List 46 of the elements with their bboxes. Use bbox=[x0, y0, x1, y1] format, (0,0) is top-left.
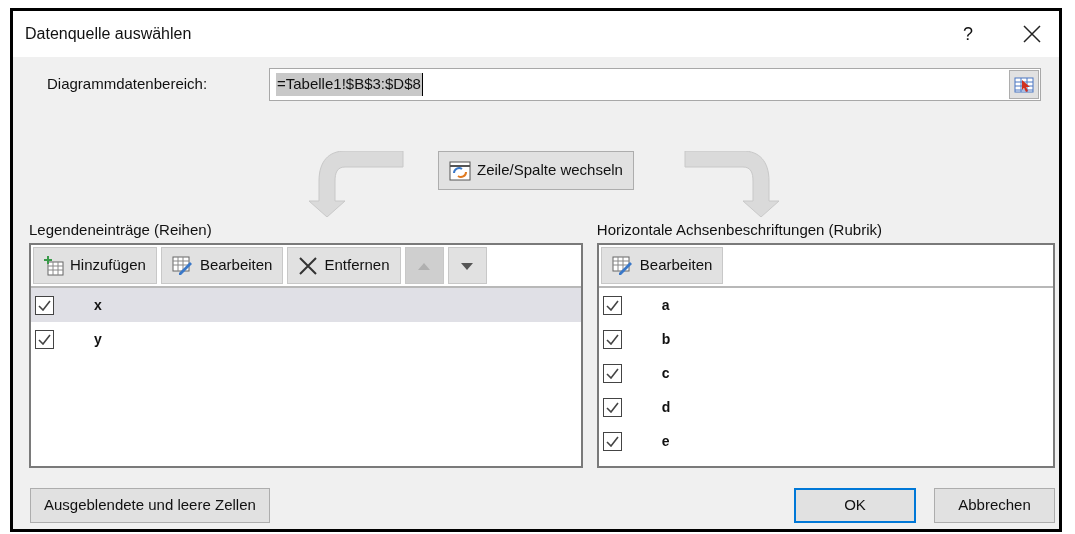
ok-button[interactable]: OK bbox=[794, 488, 916, 523]
field-value: =Tabelle1!$B$3:$D$8 bbox=[276, 73, 423, 96]
section-label: Legendeneinträge (Reihen) bbox=[29, 219, 212, 240]
check-icon bbox=[605, 435, 619, 447]
list-item[interactable]: c bbox=[598, 356, 1053, 390]
list-item[interactable]: b bbox=[598, 322, 1053, 356]
edit-table-icon bbox=[611, 255, 634, 276]
checkbox[interactable] bbox=[35, 295, 54, 315]
close-icon[interactable] bbox=[1023, 25, 1041, 43]
checkbox[interactable] bbox=[602, 295, 622, 315]
table-pointer-icon bbox=[1014, 76, 1034, 93]
help-button[interactable]: ? bbox=[953, 20, 983, 48]
checkbox[interactable] bbox=[602, 431, 622, 451]
hidden-empty-cells-button[interactable]: Ausgeblendete und leere Zellen bbox=[30, 488, 270, 523]
edit-button[interactable]: Bearbeiten bbox=[600, 247, 724, 284]
list-item[interactable]: x bbox=[31, 288, 581, 322]
add-table-icon bbox=[44, 255, 64, 276]
swap-table-icon bbox=[449, 160, 472, 181]
list-item[interactable]: e bbox=[598, 424, 1053, 458]
cancel-button[interactable]: Abbrechen bbox=[934, 488, 1055, 523]
edit-button[interactable]: Bearbeiten bbox=[160, 247, 284, 284]
list-item[interactable]: a bbox=[598, 288, 1053, 322]
check-icon bbox=[605, 299, 619, 311]
window-title: Datenquelle auswählen bbox=[25, 24, 192, 44]
checkbox[interactable] bbox=[602, 363, 622, 383]
range-field[interactable]: =Tabelle1!$B$3:$D$8 bbox=[269, 68, 1041, 101]
check-icon bbox=[38, 333, 51, 345]
check-icon bbox=[38, 299, 51, 311]
list-item[interactable]: d bbox=[598, 390, 1053, 424]
checkbox[interactable] bbox=[35, 329, 54, 349]
close-icon bbox=[298, 255, 319, 276]
range-picker-button[interactable] bbox=[1009, 70, 1039, 99]
checkbox[interactable] bbox=[602, 397, 622, 417]
section-label: Horizontale Achsenbeschriftungen (Rubrik) bbox=[596, 219, 882, 240]
switch-row-column-button[interactable]: Zeile/Spalte wechseln bbox=[438, 151, 634, 190]
checkbox[interactable] bbox=[602, 329, 622, 349]
list-item[interactable]: y bbox=[31, 322, 581, 356]
field-label: Diagrammdatenbereich: bbox=[47, 74, 209, 95]
remove-button[interactable]: Entfernen bbox=[287, 247, 401, 284]
check-icon bbox=[605, 333, 619, 345]
check-icon bbox=[605, 367, 619, 379]
down-triangle-icon bbox=[460, 260, 474, 271]
check-icon bbox=[605, 401, 619, 413]
edit-table-icon bbox=[171, 255, 194, 276]
move-down-button[interactable] bbox=[447, 247, 487, 284]
add-button[interactable]: Hinzufügen bbox=[33, 247, 157, 284]
